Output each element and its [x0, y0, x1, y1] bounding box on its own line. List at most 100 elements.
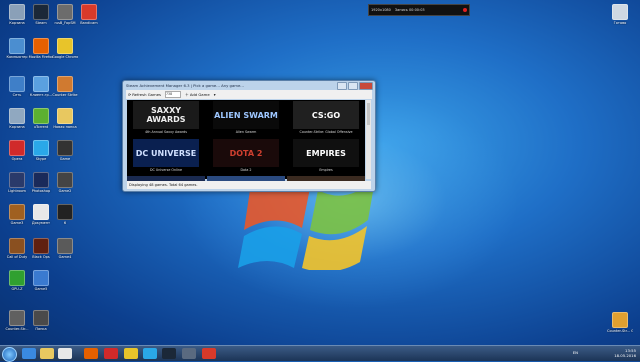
- refresh-games-button[interactable]: ⟳ Refresh Games: [128, 92, 161, 97]
- language-indicator[interactable]: EN: [573, 350, 578, 355]
- desktop-icon-label: Game2: [58, 189, 72, 193]
- game-logo: EMPIRES: [293, 139, 359, 167]
- game-logo: DC UNIVERSE: [133, 139, 199, 167]
- app-icon: [9, 238, 25, 254]
- desktop-icon[interactable]: Клиент-гр...: [28, 76, 54, 97]
- desktop-icon-label: Counter-Str... Global Offe...: [607, 329, 633, 333]
- desktop-icon[interactable]: uTorrent: [28, 108, 54, 129]
- desktop-icon[interactable]: Game: [52, 140, 78, 161]
- desktop-icon[interactable]: Папка: [28, 310, 54, 331]
- desktop-icon-label: Counter Strike: [52, 93, 78, 97]
- desktop-icon-label: Google Chrome: [52, 55, 78, 59]
- app-icon: [9, 270, 25, 286]
- desktop-icon[interactable]: Steam: [28, 4, 54, 25]
- desktop-icon[interactable]: Компьютер: [4, 38, 30, 59]
- desktop-icon[interactable]: Сеть: [4, 76, 30, 97]
- taskbar-bandicam-icon[interactable]: [202, 348, 216, 359]
- desktop-icon-label: Готово: [613, 21, 627, 25]
- desktop-icon-label: Lightroom: [8, 189, 26, 193]
- game-tile[interactable]: DOTA 2 Dota 2: [207, 138, 285, 174]
- desktop-icon-label: 6: [63, 221, 67, 225]
- desktop-icon-label: rusB_FopSM: [54, 21, 76, 25]
- desktop-icon[interactable]: Game2: [52, 172, 78, 193]
- desktop-icon-label: GPU-Z: [11, 287, 23, 291]
- desktop-icon[interactable]: Lightroom: [4, 172, 30, 193]
- desktop-icon-label: Папка: [35, 327, 47, 331]
- options-dropdown[interactable]: ▾: [214, 92, 216, 97]
- taskbar-media-icon[interactable]: [58, 348, 72, 359]
- desktop-icon-label: Skype: [35, 157, 47, 161]
- app-icon: [33, 4, 49, 20]
- desktop-icon[interactable]: Google Chrome: [52, 38, 78, 59]
- taskbar-chrome-icon[interactable]: [124, 348, 138, 359]
- window-toolbar: ⟳ Refresh Games 738 ＋ Add Game ▾: [126, 90, 372, 99]
- taskbar-firefox-icon[interactable]: [84, 348, 98, 359]
- taskbar-skype-icon[interactable]: [143, 348, 157, 359]
- game-tile[interactable]: DC UNIVERSE DC Universe Online: [127, 138, 205, 174]
- desktop-icon[interactable]: Game3: [4, 204, 30, 225]
- desktop-icon-ready[interactable]: Готово: [607, 4, 633, 25]
- desktop-icon[interactable]: Новая папка: [52, 108, 78, 129]
- add-game-button[interactable]: ＋ Add Game: [185, 92, 210, 98]
- desktop-icon-label: Game: [59, 157, 71, 161]
- window-controls: [337, 82, 373, 90]
- game-tile[interactable]: CS:GO Counter-Strike: Global Offensive: [287, 100, 365, 136]
- desktop-icon[interactable]: Game5: [28, 270, 54, 291]
- app-icon: [9, 76, 25, 92]
- app-icon: [9, 4, 25, 20]
- app-icon: [57, 38, 73, 54]
- taskbar-steam-icon[interactable]: [162, 348, 176, 359]
- desktop-icon[interactable]: Корзина: [4, 108, 30, 129]
- game-tile[interactable]: ALIEN SWARM Alien Swarm: [207, 100, 285, 136]
- desktop-icon[interactable]: Call of Duty: [4, 238, 30, 259]
- taskbar-opera-icon[interactable]: [104, 348, 118, 359]
- game-caption: Empires: [319, 168, 333, 172]
- taskbar-ie-icon[interactable]: [22, 348, 36, 359]
- desktop-icon[interactable]: Game4: [52, 238, 78, 259]
- desktop-icon-label: Клиент-гр...: [29, 93, 53, 97]
- app-icon: [33, 76, 49, 92]
- desktop-icon[interactable]: Counter Strike: [52, 76, 78, 97]
- clock[interactable]: 13:55 18.05.2016: [614, 348, 636, 358]
- desktop-icon[interactable]: Корзина: [4, 4, 30, 25]
- app-icon: [57, 76, 73, 92]
- desktop-icon-label: Корзина: [9, 21, 25, 25]
- desktop-icon-csgo[interactable]: Counter-Str... Global Offe...: [607, 312, 633, 333]
- app-icon: [81, 4, 97, 20]
- osd-resolution: 1920x1080: [371, 8, 391, 12]
- desktop-icon[interactable]: Документ: [28, 204, 54, 225]
- desktop-icon[interactable]: rusB_FopSM: [52, 4, 78, 25]
- desktop-icon[interactable]: Opera: [4, 140, 30, 161]
- close-button[interactable]: [359, 82, 373, 90]
- desktop-icon-label: Opera: [11, 157, 23, 161]
- scrollbar-thumb[interactable]: [367, 103, 370, 125]
- desktop-icon[interactable]: Black Ops: [28, 238, 54, 259]
- filter-input[interactable]: 738: [165, 91, 182, 98]
- desktop-icon[interactable]: Counter-Str...: [4, 310, 30, 331]
- desktop-icon[interactable]: Photoshop: [28, 172, 54, 193]
- game-tile[interactable]: EMPIRES Empires: [287, 138, 365, 174]
- game-logo: CS:GO: [293, 101, 359, 129]
- desktop-icon[interactable]: 6: [52, 204, 78, 225]
- app-icon: [9, 172, 25, 188]
- desktop-icon-label: Black Ops: [32, 255, 50, 259]
- app-icon: [57, 172, 73, 188]
- game-caption: 4th Annual Saxxy Awards: [145, 130, 187, 134]
- desktop-icon-label: Mozilla Firefox: [28, 55, 54, 59]
- desktop-icon[interactable]: GPU-Z: [4, 270, 30, 291]
- desktop-icon[interactable]: Skype: [28, 140, 54, 161]
- sam-window[interactable]: Steam Achievement Manager 6.3 | Pick a g…: [122, 80, 376, 192]
- maximize-button[interactable]: [348, 82, 358, 90]
- desktop-icon[interactable]: Bandicam: [76, 4, 102, 25]
- app-icon: [57, 140, 73, 156]
- status-bar: Displaying 48 games. Total 64 games.: [127, 181, 371, 189]
- taskbar-explorer-icon[interactable]: [40, 348, 54, 359]
- game-logo: SAXXY AWARDS: [133, 101, 199, 129]
- desktop-icon[interactable]: Mozilla Firefox: [28, 38, 54, 59]
- taskbar-sam-icon[interactable]: [182, 348, 196, 359]
- games-scrollbar[interactable]: [366, 100, 371, 179]
- game-caption: Dota 2: [240, 168, 252, 172]
- game-tile[interactable]: SAXXY AWARDS 4th Annual Saxxy Awards: [127, 100, 205, 136]
- csgo-icon: [612, 312, 628, 328]
- minimize-button[interactable]: [337, 82, 347, 90]
